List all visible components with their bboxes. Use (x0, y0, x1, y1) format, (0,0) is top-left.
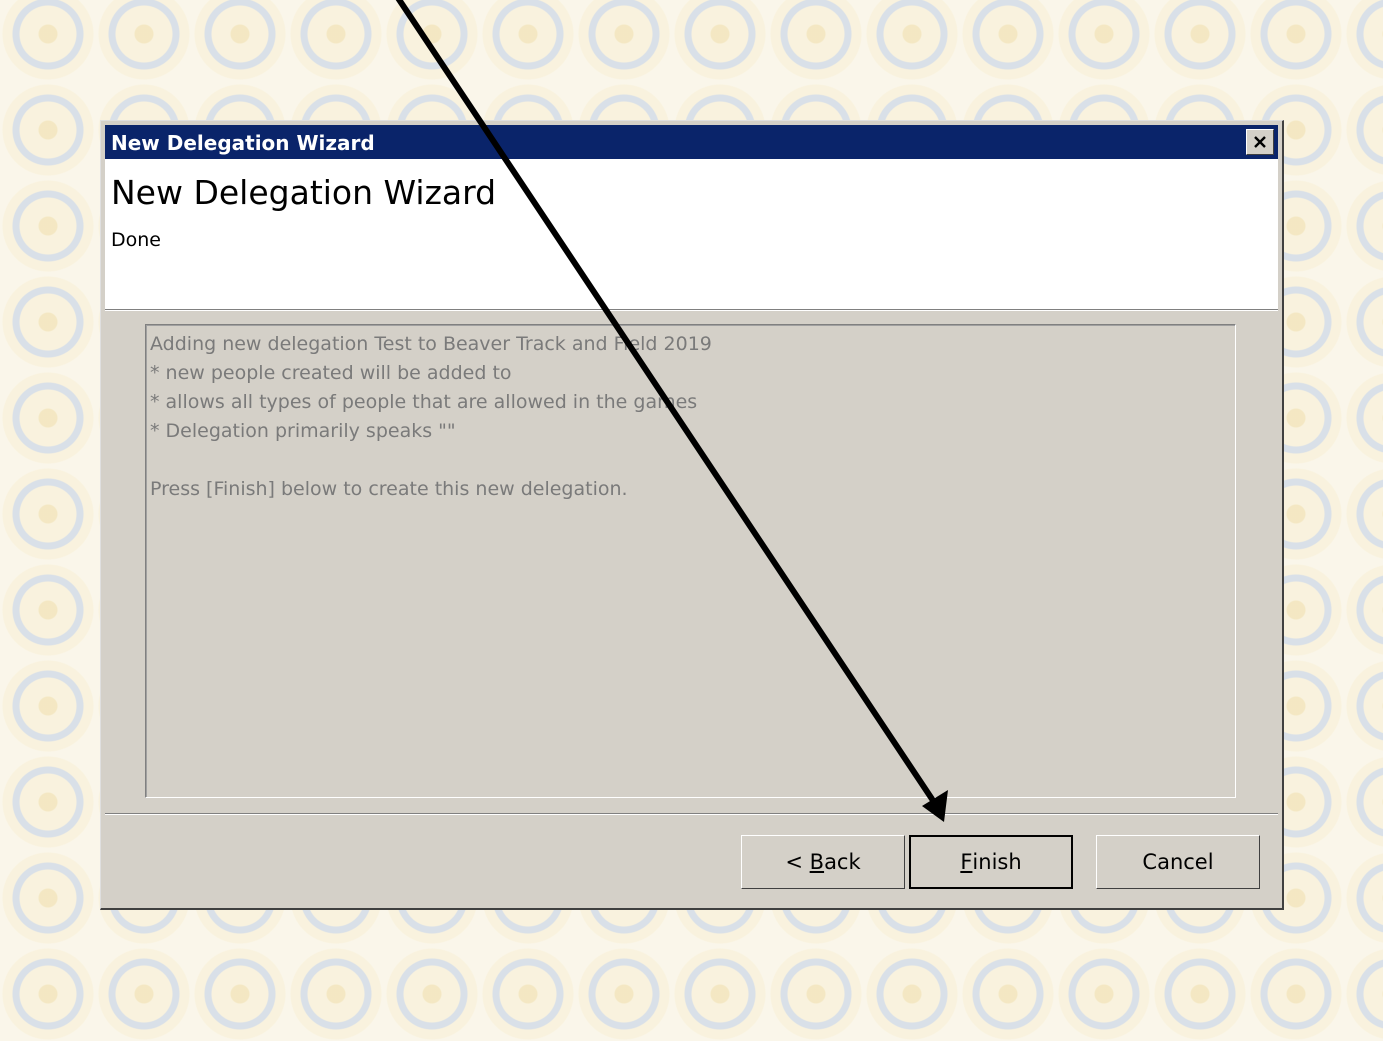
title-bar[interactable]: New Delegation Wizard (105, 125, 1278, 159)
finish-button-accelerator: F (960, 850, 973, 874)
wizard-header: New Delegation Wizard Done (105, 159, 1278, 311)
finish-button-label: inish (972, 850, 1022, 874)
finish-button[interactable]: Finish (909, 835, 1073, 889)
back-button-prefix: < (785, 850, 810, 874)
summary-line: * Delegation primarily speaks "" (150, 420, 456, 442)
summary-textbox[interactable]: Adding new delegation Test to Beaver Tra… (144, 323, 1237, 799)
back-button[interactable]: < Back (741, 835, 905, 889)
close-icon (1254, 136, 1266, 148)
cancel-button[interactable]: Cancel (1096, 835, 1260, 889)
button-separator (105, 813, 1278, 815)
cancel-button-label: Cancel (1142, 850, 1214, 874)
summary-line: * allows all types of people that are al… (150, 391, 698, 413)
summary-line: * new people created will be added to (150, 362, 512, 384)
back-button-label: ack (824, 850, 861, 874)
summary-line: Adding new delegation Test to Beaver Tra… (150, 333, 712, 355)
close-button[interactable] (1246, 129, 1274, 155)
wizard-heading: New Delegation Wizard (111, 173, 497, 212)
window-title: New Delegation Wizard (111, 131, 375, 155)
summary-text-area: Adding new delegation Test to Beaver Tra… (146, 325, 1235, 797)
wizard-step-status: Done (111, 229, 161, 251)
new-delegation-wizard-dialog: New Delegation Wizard New Delegation Wiz… (100, 120, 1284, 910)
summary-line: Press [Finish] below to create this new … (150, 478, 628, 500)
back-button-accelerator: B (809, 850, 825, 874)
